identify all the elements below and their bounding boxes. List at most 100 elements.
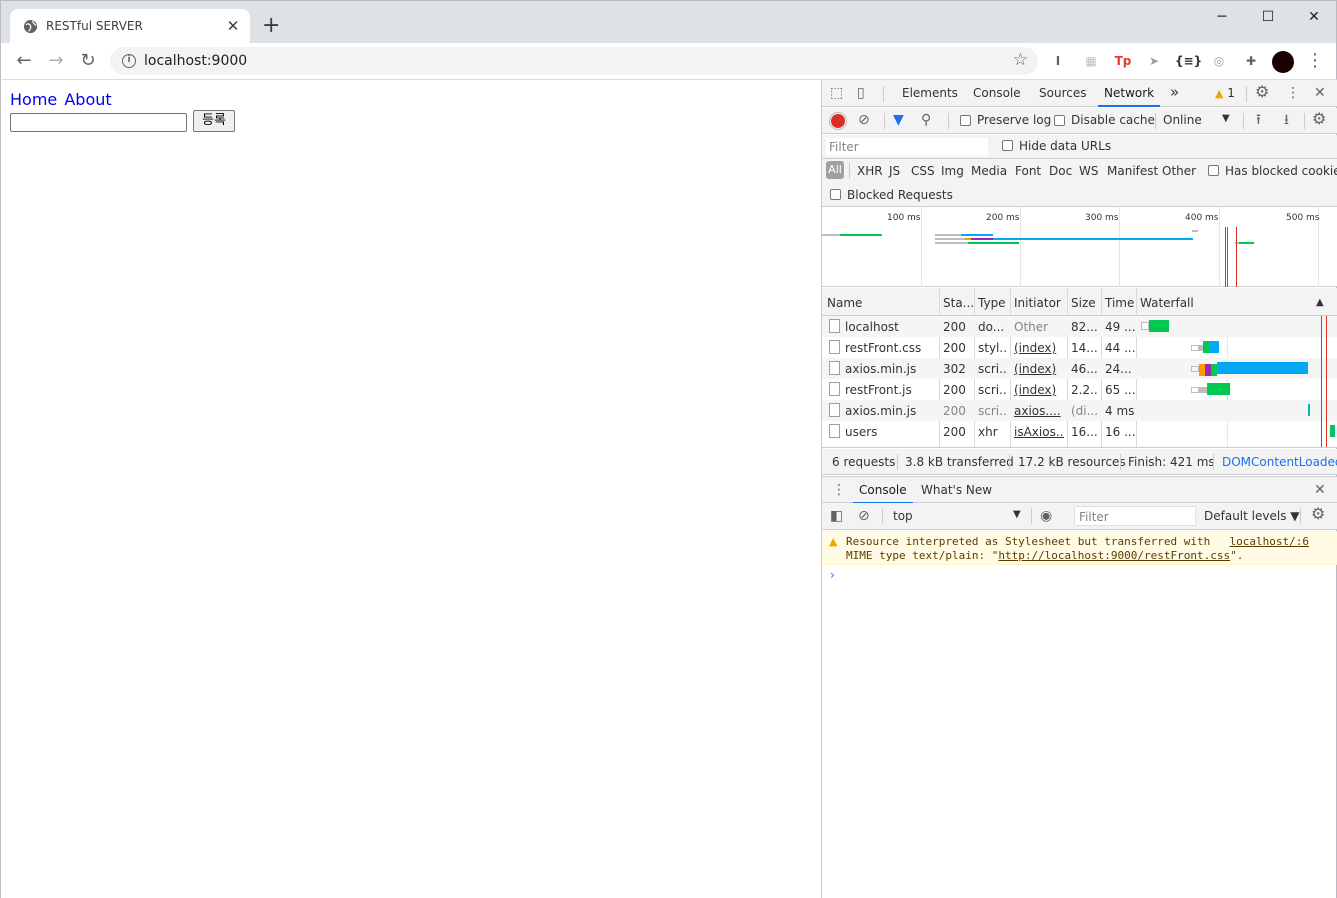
column-initiator[interactable]: Initiator (1014, 296, 1061, 310)
address-bar[interactable]: i localhost:9000 ☆ (110, 47, 1038, 75)
chevron-down-icon[interactable]: ▼ (1222, 113, 1230, 124)
maximize-button[interactable]: ☐ (1245, 5, 1291, 29)
throttling-select[interactable]: Online (1163, 113, 1202, 127)
type-filter-css[interactable]: CSS (911, 164, 935, 178)
search-icon[interactable]: ⚲ (921, 112, 931, 128)
blocked-requests-checkbox[interactable] (830, 189, 841, 200)
about-link[interactable]: About (64, 90, 111, 109)
ext-json-icon[interactable]: {≡} (1175, 52, 1202, 70)
column-waterfall[interactable]: Waterfall (1140, 296, 1194, 310)
ext-tp-icon[interactable]: Tp (1114, 52, 1132, 70)
bookmark-star-icon[interactable]: ☆ (1013, 50, 1028, 70)
drawer-tab-whats-new[interactable]: What's New (921, 483, 992, 497)
profile-avatar[interactable] (1272, 51, 1294, 73)
hide-data-urls-checkbox[interactable] (1002, 140, 1013, 151)
ext-i-icon[interactable]: I (1049, 52, 1067, 70)
devtools-close-icon[interactable]: ✕ (1314, 85, 1326, 101)
tab-close-icon[interactable]: ✕ (224, 17, 242, 35)
new-tab-button[interactable]: + (262, 15, 280, 37)
device-toolbar-icon[interactable]: ▯ (857, 85, 865, 101)
cell-initiator[interactable]: axios.... (1014, 404, 1064, 418)
type-filter-xhr[interactable]: XHR (857, 164, 883, 178)
chrome-menu-icon[interactable]: ⋮ (1306, 49, 1324, 73)
cell-initiator[interactable]: (index) (1014, 341, 1064, 355)
table-row[interactable]: axios.min.js 200 scri... axios.... (di... 4 m… (822, 400, 1337, 421)
warning-counter[interactable]: ▲ 1 (1215, 86, 1235, 100)
disable-cache-checkbox[interactable] (1054, 115, 1065, 126)
chevron-down-icon[interactable]: ▼ (1013, 509, 1021, 520)
console-prompt-icon[interactable]: › (830, 568, 835, 582)
tick-label: 500 ms (1286, 213, 1320, 223)
column-status[interactable]: Sta... (943, 296, 974, 310)
ext-cursor-icon[interactable]: ➤ (1145, 52, 1163, 70)
tab-console[interactable]: Console (973, 86, 1021, 100)
context-select[interactable]: top (893, 509, 913, 523)
network-overview[interactable]: 100 ms 200 ms 300 ms 400 ms 500 ms (822, 207, 1337, 287)
table-row[interactable]: restFront.css 200 styl... (index) 14... 44 ..… (822, 337, 1337, 358)
overview-bar (822, 234, 840, 236)
drawer-menu-icon[interactable]: ⋮ (832, 482, 846, 498)
table-row[interactable]: users 200 xhr isAxios... 16... 16 ... (822, 421, 1337, 442)
table-row[interactable]: localhost 200 do... Other 82... 49 ... (822, 316, 1337, 337)
inspect-element-icon[interactable]: ⬚ (830, 85, 843, 101)
ext-grid-icon[interactable]: ▦ (1082, 52, 1100, 70)
back-arrow-icon[interactable]: ← (12, 49, 36, 73)
type-filter-font[interactable]: Font (1015, 164, 1041, 178)
tab-elements[interactable]: Elements (902, 86, 958, 100)
preserve-log-checkbox[interactable] (960, 115, 971, 126)
console-clear-icon[interactable]: ⊘ (858, 508, 870, 524)
live-expression-eye-icon[interactable]: ◉ (1040, 508, 1052, 524)
column-size[interactable]: Size (1071, 296, 1096, 310)
forward-arrow-icon[interactable]: → (44, 49, 68, 73)
drawer-close-icon[interactable]: ✕ (1314, 482, 1326, 498)
devtools-menu-icon[interactable]: ⋮ (1286, 85, 1300, 101)
console-settings-gear-icon[interactable]: ⚙ (1311, 506, 1325, 522)
cell-initiator[interactable]: (index) (1014, 362, 1064, 376)
window-close-button[interactable]: ✕ (1291, 5, 1337, 29)
minimize-button[interactable]: ─ (1199, 5, 1245, 29)
sort-ascending-icon[interactable]: ▲ (1316, 297, 1324, 308)
type-filter-ws[interactable]: WS (1079, 164, 1098, 178)
column-name[interactable]: Name (827, 296, 862, 310)
warning-url-link[interactable]: http://localhost:9000/restFront.css (998, 549, 1230, 562)
extensions-puzzle-icon[interactable]: ✚ (1242, 52, 1260, 70)
filter-funnel-icon[interactable]: ▼ (893, 112, 904, 128)
network-settings-gear-icon[interactable]: ⚙ (1312, 111, 1326, 127)
tab-sources[interactable]: Sources (1039, 86, 1086, 100)
type-filter-media[interactable]: Media (971, 164, 1007, 178)
warning-source-link[interactable]: localhost/:6 (1230, 535, 1309, 548)
export-har-icon[interactable]: ⭳ (1284, 112, 1289, 128)
type-filter-doc[interactable]: Doc (1049, 164, 1072, 178)
drawer-tab-console[interactable]: Console (853, 483, 913, 504)
log-levels-select[interactable]: Default levels ▼ (1204, 509, 1300, 523)
username-input[interactable] (10, 113, 187, 132)
settings-gear-icon[interactable]: ⚙ (1255, 84, 1269, 100)
type-filter-js[interactable]: JS (889, 164, 900, 178)
type-filter-other[interactable]: Other (1162, 164, 1196, 178)
url-text[interactable]: localhost:9000 (144, 53, 247, 69)
column-type[interactable]: Type (978, 296, 1006, 310)
type-filter-manifest[interactable]: Manifest (1107, 164, 1158, 178)
has-blocked-cookies-checkbox[interactable] (1208, 165, 1219, 176)
clear-icon[interactable]: ⊘ (858, 112, 870, 128)
home-link[interactable]: Home (10, 90, 57, 109)
blocked-requests-label: Blocked Requests (847, 188, 953, 202)
record-button[interactable] (829, 112, 847, 130)
cell-initiator[interactable]: isAxios... (1014, 425, 1064, 439)
tab-network[interactable]: Network (1097, 86, 1161, 107)
column-time[interactable]: Time (1105, 296, 1134, 310)
cell-initiator[interactable]: (index) (1014, 383, 1064, 397)
more-tabs-icon[interactable]: » (1170, 83, 1179, 101)
ext-circle-icon[interactable]: ◎ (1210, 52, 1228, 70)
console-filter-input[interactable]: Filter (1074, 506, 1196, 526)
type-filter-all[interactable]: All (826, 161, 844, 179)
table-row[interactable]: restFront.js 200 scri... (index) 2.2... 65 ..… (822, 379, 1337, 400)
site-info-icon[interactable]: i (122, 54, 136, 68)
import-har-icon[interactable]: ⭱ (1256, 112, 1261, 128)
register-button[interactable]: 등록 (193, 110, 235, 132)
network-filter-input[interactable]: Filter (826, 138, 988, 156)
type-filter-img[interactable]: Img (941, 164, 964, 178)
browser-tab[interactable]: RESTful SERVER ✕ (10, 9, 250, 44)
sidebar-toggle-icon[interactable]: ◧ (830, 508, 843, 524)
reload-icon[interactable]: ↻ (76, 49, 100, 73)
